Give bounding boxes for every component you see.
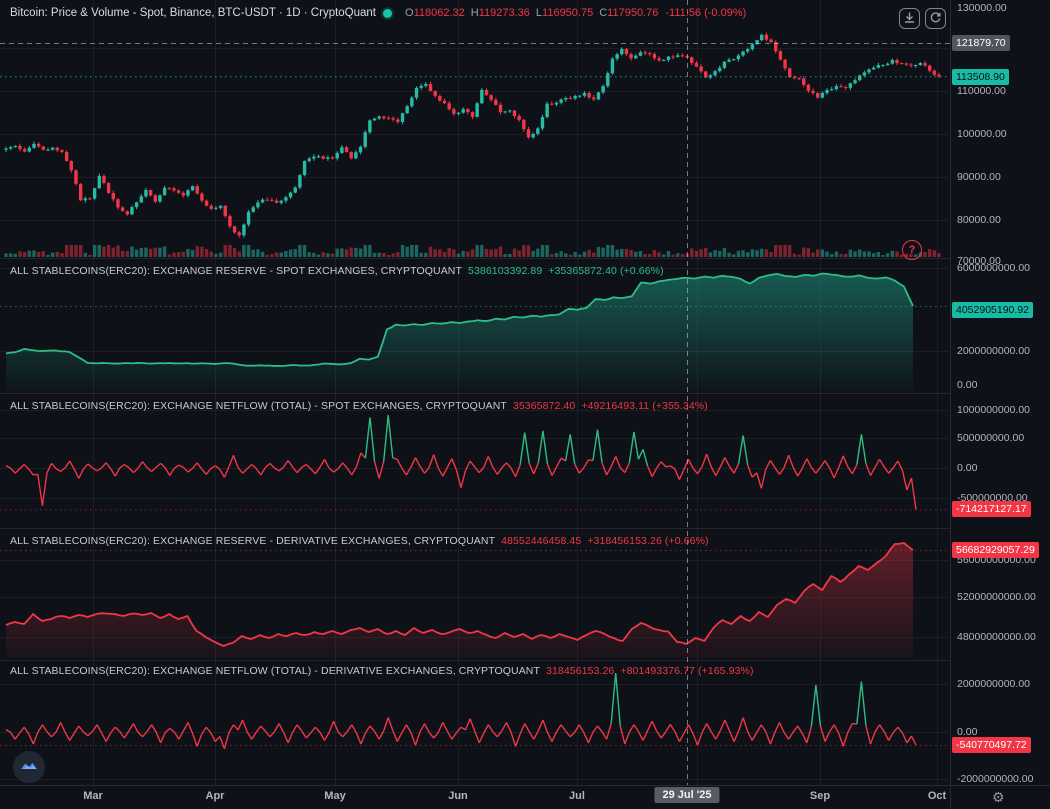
pane-value: 318456153.26 bbox=[546, 665, 614, 677]
pane-title-text: ALL STABLECOINS(ERC20): EXCHANGE NETFLOW… bbox=[10, 400, 507, 412]
axis-price-badge: -714217127.17 bbox=[952, 501, 1031, 517]
pane-change: +801493376.77 (+165.93%) bbox=[620, 665, 753, 677]
pane-title-text: ALL STABLECOINS(ERC20): EXCHANGE RESERVE… bbox=[10, 535, 495, 547]
ohlc-key: H bbox=[471, 7, 479, 19]
cryptoquant-chart-app: Bitcoin: Price & Volume - Spot, Binance,… bbox=[0, 0, 1050, 809]
mountain-logo-icon bbox=[20, 757, 38, 778]
ohlc-value: 116950.75 bbox=[542, 7, 593, 19]
axis-tick-label: 0.00 bbox=[957, 379, 977, 391]
month-label: Mar bbox=[83, 790, 103, 802]
settings-gear-icon[interactable]: ⚙ bbox=[986, 788, 1011, 807]
axis-tick-label: 52000000000.00 bbox=[957, 591, 1036, 603]
cryptoquant-dot-icon bbox=[383, 9, 392, 18]
axis-tick-label: 1000000000.00 bbox=[957, 404, 1030, 416]
pane-value: 35365872.40 bbox=[513, 400, 575, 412]
ohlc-key: C bbox=[599, 7, 607, 19]
pane-value: 5386103392.89 bbox=[468, 265, 542, 277]
crosshair-date-badge: 29 Jul '25 bbox=[654, 787, 719, 803]
ohlc-value: 117950.76 bbox=[607, 7, 658, 19]
month-label: May bbox=[324, 790, 345, 802]
help-button[interactable]: ? bbox=[902, 240, 922, 260]
pane-change: +318456153.26 (+0.66%) bbox=[587, 535, 708, 547]
axis-price-badge: 4052905190.92 bbox=[952, 302, 1033, 318]
axis-tick-label: 130000.00 bbox=[957, 2, 1007, 14]
pane-title-text: ALL STABLECOINS(ERC20): EXCHANGE NETFLOW… bbox=[10, 665, 540, 677]
axis-tick-label: -2000000000.00 bbox=[957, 773, 1034, 785]
price-axis-panel[interactable]: 130000.00120000.00110000.00100000.009000… bbox=[950, 0, 1050, 785]
pane-title-text: ALL STABLECOINS(ERC20): EXCHANGE RESERVE… bbox=[10, 265, 462, 277]
axis-price-badge: 121879.70 bbox=[952, 35, 1010, 51]
header-buttons bbox=[899, 8, 946, 29]
axis-price-badge: -540770497.72 bbox=[952, 737, 1031, 753]
time-axis[interactable]: ⚙ Mar Apr May Jun Jul Sep Oct 29 Jul '25 bbox=[0, 785, 1050, 809]
ohlc-value: 118062.32 bbox=[414, 7, 465, 19]
download-button[interactable] bbox=[899, 8, 920, 29]
refresh-icon bbox=[930, 11, 941, 26]
download-icon bbox=[904, 11, 915, 26]
pane-title-reserve-spot: ALL STABLECOINS(ERC20): EXCHANGE RESERVE… bbox=[10, 265, 664, 277]
month-label: Apr bbox=[206, 790, 225, 802]
axis-tick-label: 6000000000.00 bbox=[957, 262, 1030, 274]
month-label: Oct bbox=[928, 790, 946, 802]
pane-title-netflow-spot: ALL STABLECOINS(ERC20): EXCHANGE NETFLOW… bbox=[10, 400, 708, 412]
pane-title-netflow-deriv: ALL STABLECOINS(ERC20): EXCHANGE NETFLOW… bbox=[10, 665, 754, 677]
month-label: Jun bbox=[448, 790, 468, 802]
axis-tick-label: 2000000000.00 bbox=[957, 345, 1030, 357]
cryptoquant-logo[interactable] bbox=[13, 751, 45, 783]
axis-tick-label: 500000000.00 bbox=[957, 432, 1024, 444]
axis-tick-label: 100000.00 bbox=[957, 128, 1007, 140]
axis-price-badge: 113508.90 bbox=[952, 69, 1009, 85]
axis-price-badge: 56682929057.29 bbox=[952, 542, 1039, 558]
pane-title-reserve-deriv: ALL STABLECOINS(ERC20): EXCHANGE RESERVE… bbox=[10, 535, 709, 547]
help-label: ? bbox=[909, 244, 916, 256]
ohlc-key: O bbox=[405, 7, 414, 19]
price-change: -111.56 (-0.09%) bbox=[665, 7, 746, 19]
month-label: Sep bbox=[810, 790, 830, 802]
axis-tick-label: 0.00 bbox=[957, 462, 977, 474]
month-label: Jul bbox=[569, 790, 585, 802]
axis-tick-label: 80000.00 bbox=[957, 214, 1001, 226]
pane-change: +35365872.40 (+0.66%) bbox=[548, 265, 663, 277]
pane-value: 48552446458.45 bbox=[501, 535, 581, 547]
pane-change: +49216493.11 (+355.34%) bbox=[581, 400, 707, 412]
axis-tick-label: 2000000000.00 bbox=[957, 678, 1030, 690]
axis-tick-label: 48000000000.00 bbox=[957, 631, 1036, 643]
axis-tick-label: 110000.00 bbox=[957, 85, 1006, 97]
ohlc-readout: O118062.32H119273.36L116950.75C117950.76 bbox=[405, 7, 658, 19]
axis-tick-label: 90000.00 bbox=[957, 171, 1001, 183]
ohlc-value: 119273.36 bbox=[479, 7, 530, 19]
refresh-button[interactable] bbox=[925, 8, 946, 29]
chart-title: Bitcoin: Price & Volume - Spot, Binance,… bbox=[10, 7, 376, 19]
chart-header: Bitcoin: Price & Volume - Spot, Binance,… bbox=[10, 7, 746, 19]
